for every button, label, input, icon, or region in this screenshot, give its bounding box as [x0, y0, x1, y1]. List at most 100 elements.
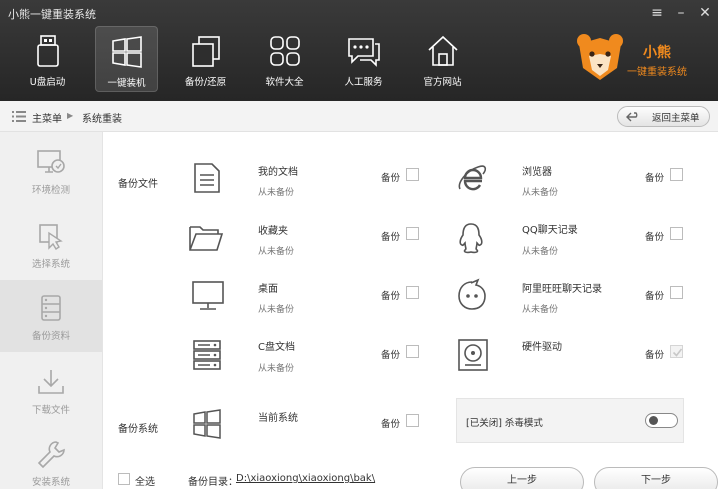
- nav-label: U盘启动: [29, 77, 66, 88]
- backup-system-label: 备份系统: [118, 424, 158, 435]
- item-name: 硬件驱动: [522, 342, 562, 353]
- sidebar-item-select-system[interactable]: 选择系统: [0, 208, 102, 280]
- backup-checkbox-my-documents[interactable]: [406, 168, 419, 181]
- antivirus-mode-panel: [已关闭] 杀毒模式: [456, 398, 684, 443]
- nav-usb-boot[interactable]: U盘启动: [16, 26, 79, 92]
- item-status: 从未备份: [258, 247, 295, 257]
- nav-software[interactable]: 软件大全: [253, 26, 316, 92]
- sidebar-label: 环境检测: [31, 185, 70, 196]
- backup-checkbox-qq[interactable]: [670, 227, 683, 240]
- sidebar-item-env-check[interactable]: 环境检测: [0, 134, 102, 206]
- brand-logo: 小熊 一键重装系统: [575, 32, 700, 84]
- item-status: 从未备份: [258, 188, 295, 198]
- server-drive-icon: [193, 340, 221, 370]
- item-name: QQ聊天记录: [522, 225, 578, 236]
- backup-checkbox-favorites[interactable]: [406, 227, 419, 240]
- wrench-icon: [37, 441, 65, 468]
- backup-checkbox-aliwangwang[interactable]: [670, 286, 683, 299]
- usb-drive-icon: [36, 35, 59, 67]
- check-icon: [672, 348, 683, 357]
- cursor-select-icon: [39, 224, 63, 250]
- backup-label: 备份: [645, 350, 665, 361]
- nav-label: 一键装机: [107, 78, 146, 89]
- windows-icon: [193, 409, 221, 439]
- backup-restore-icon: [191, 36, 220, 67]
- qq-penguin-icon: [459, 223, 483, 254]
- backup-dir-label: 备份目录：: [188, 477, 238, 488]
- sidebar-label: 备份资料: [31, 331, 70, 342]
- nav-label: 人工服务: [344, 77, 383, 88]
- close-icon[interactable]: ✕: [694, 3, 716, 23]
- backup-checkbox-current-system[interactable]: [406, 414, 419, 427]
- backup-checkbox-browser[interactable]: [670, 168, 683, 181]
- current-system-name: 当前系统: [258, 413, 298, 424]
- sidebar-label: 安装系统: [31, 477, 70, 488]
- return-arrow-icon: [626, 111, 638, 121]
- ie-browser-icon: [458, 165, 487, 191]
- backup-label: 备份: [645, 232, 665, 243]
- aliwangwang-icon: [458, 278, 486, 310]
- nav-one-click-install[interactable]: 一键装机: [95, 26, 158, 92]
- antivirus-mode-label: [已关闭] 杀毒模式: [466, 418, 543, 429]
- back-to-main-button[interactable]: 返回主菜单: [617, 106, 710, 127]
- app-window: 小熊一键重装系统 ≡ – ✕ U盘启动 一键装机 备份/还原 软件大全 人工服务…: [0, 0, 718, 489]
- backup-checkbox-c-drive-docs[interactable]: [406, 345, 419, 358]
- item-name: 浏览器: [522, 167, 552, 178]
- nav-support[interactable]: 人工服务: [332, 26, 395, 92]
- chevron-right-icon: ▶: [67, 111, 74, 120]
- item-name: 收藏夹: [258, 226, 288, 237]
- backup-label: 备份: [381, 350, 401, 361]
- nav-website[interactable]: 官方网站: [411, 26, 474, 92]
- backup-files-label: 备份文件: [118, 179, 158, 190]
- item-status: 从未备份: [522, 188, 559, 198]
- desktop-monitor-icon: [192, 281, 224, 310]
- database-icon: [41, 295, 61, 321]
- chat-icon: [347, 38, 380, 67]
- nav-label: 官方网站: [423, 77, 462, 88]
- backup-checkbox-drivers: [670, 345, 683, 358]
- sidebar-item-install[interactable]: 安装系统: [0, 426, 102, 489]
- sidebar-label: 选择系统: [31, 259, 70, 270]
- select-all-checkbox[interactable]: [118, 473, 130, 485]
- next-step-button[interactable]: 下一步: [594, 467, 718, 489]
- backup-label: 备份: [381, 173, 401, 184]
- monitor-check-icon: [37, 150, 65, 173]
- backup-checkbox-desktop[interactable]: [406, 286, 419, 299]
- backup-label: 备份: [381, 419, 401, 430]
- item-status: 从未备份: [522, 305, 559, 315]
- window-title: 小熊一键重装系统: [8, 8, 96, 21]
- sidebar-item-backup-data[interactable]: 备份资料: [0, 280, 102, 352]
- sidebar-item-download[interactable]: 下载文件: [0, 354, 102, 426]
- item-status: 从未备份: [258, 305, 295, 315]
- breadcrumb-current: 系统重装: [82, 114, 122, 125]
- breadcrumb-root[interactable]: 主菜单: [32, 110, 62, 125]
- antivirus-mode-toggle[interactable]: [645, 413, 678, 428]
- prev-step-button[interactable]: 上一步: [460, 467, 584, 489]
- item-name: 我的文档: [258, 167, 298, 178]
- bear-logo-icon: [577, 34, 623, 80]
- minimize-icon[interactable]: –: [670, 3, 692, 23]
- item-name: C盘文档: [258, 342, 295, 353]
- item-status: 从未备份: [522, 247, 559, 257]
- header: 小熊一键重装系统 ≡ – ✕ U盘启动 一键装机 备份/还原 软件大全 人工服务…: [0, 0, 718, 101]
- sidebar-label: 下载文件: [31, 405, 70, 416]
- backup-label: 备份: [645, 173, 665, 184]
- sidebar: 环境检测 选择系统 备份资料 下载文件 安装系统: [0, 132, 103, 489]
- item-status: 从未备份: [258, 364, 295, 374]
- back-button-label: 返回主菜单: [652, 112, 700, 124]
- main-nav: U盘启动 一键装机 备份/还原 软件大全 人工服务 官方网站: [16, 26, 490, 92]
- brand-tagline: 一键重装系统: [627, 67, 687, 78]
- backup-label: 备份: [381, 291, 401, 302]
- backup-label: 备份: [645, 291, 665, 302]
- toggle-knob: [649, 416, 658, 425]
- breadcrumb: 主菜单 ▶ 系统重装 返回主菜单: [0, 101, 718, 132]
- nav-label: 备份/还原: [184, 77, 227, 88]
- nav-label: 软件大全: [265, 77, 304, 88]
- windows-icon: [111, 36, 142, 68]
- apps-grid-icon: [269, 36, 300, 66]
- backup-dir-path-link[interactable]: D:\xiaoxiong\xiaoxiong\bak\: [236, 473, 375, 484]
- list-icon: [12, 111, 26, 122]
- select-all-label: 全选: [135, 477, 155, 488]
- hamburger-icon[interactable]: ≡: [646, 3, 668, 23]
- nav-backup-restore[interactable]: 备份/还原: [174, 26, 237, 92]
